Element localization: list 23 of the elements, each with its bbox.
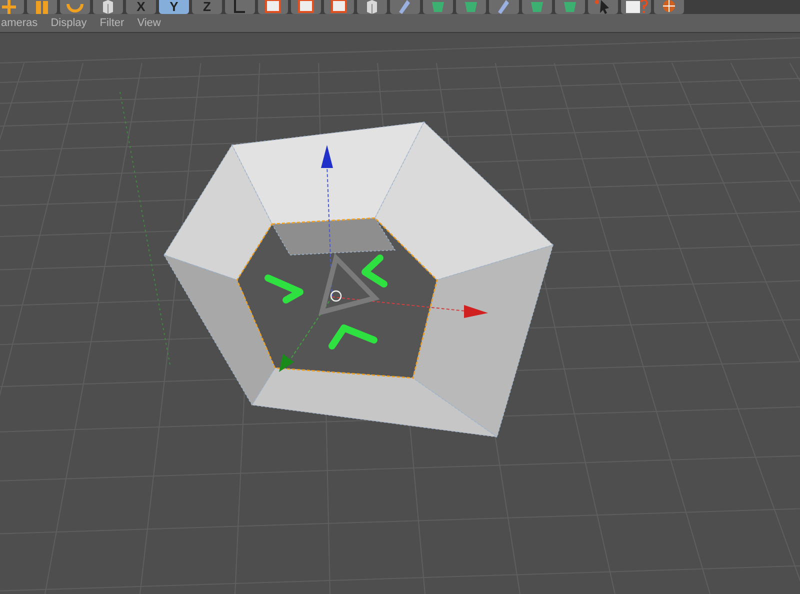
- toolbar-button[interactable]: [357, 0, 387, 14]
- axis-toggle-button[interactable]: Y: [159, 0, 189, 14]
- toolbar-button[interactable]: [225, 0, 255, 14]
- axis-toggle-button[interactable]: Z: [192, 0, 222, 14]
- menu-item[interactable]: View: [137, 14, 161, 32]
- toolbar-button[interactable]: [291, 0, 321, 14]
- toolbar-button[interactable]: [93, 0, 123, 14]
- help-icon: [624, 0, 648, 14]
- toolbar-button[interactable]: [27, 0, 57, 14]
- toolbar-button[interactable]: [489, 0, 519, 14]
- toolbar-button[interactable]: [390, 0, 420, 14]
- axis-gizmo[interactable]: [279, 145, 488, 372]
- menu-item[interactable]: ameras: [1, 14, 38, 32]
- toolbar-button[interactable]: [0, 0, 24, 14]
- menu-item[interactable]: Display: [50, 14, 87, 32]
- toolbar-button[interactable]: [258, 0, 288, 14]
- toolbar-button[interactable]: [60, 0, 90, 14]
- menu-item[interactable]: Filter: [100, 14, 124, 32]
- toolbar-button[interactable]: [654, 0, 684, 14]
- axis-toggle-button[interactable]: X: [126, 0, 156, 14]
- toolbar-button[interactable]: [588, 0, 618, 14]
- toolbar-button[interactable]: [621, 0, 651, 14]
- toolbar-button[interactable]: [324, 0, 354, 14]
